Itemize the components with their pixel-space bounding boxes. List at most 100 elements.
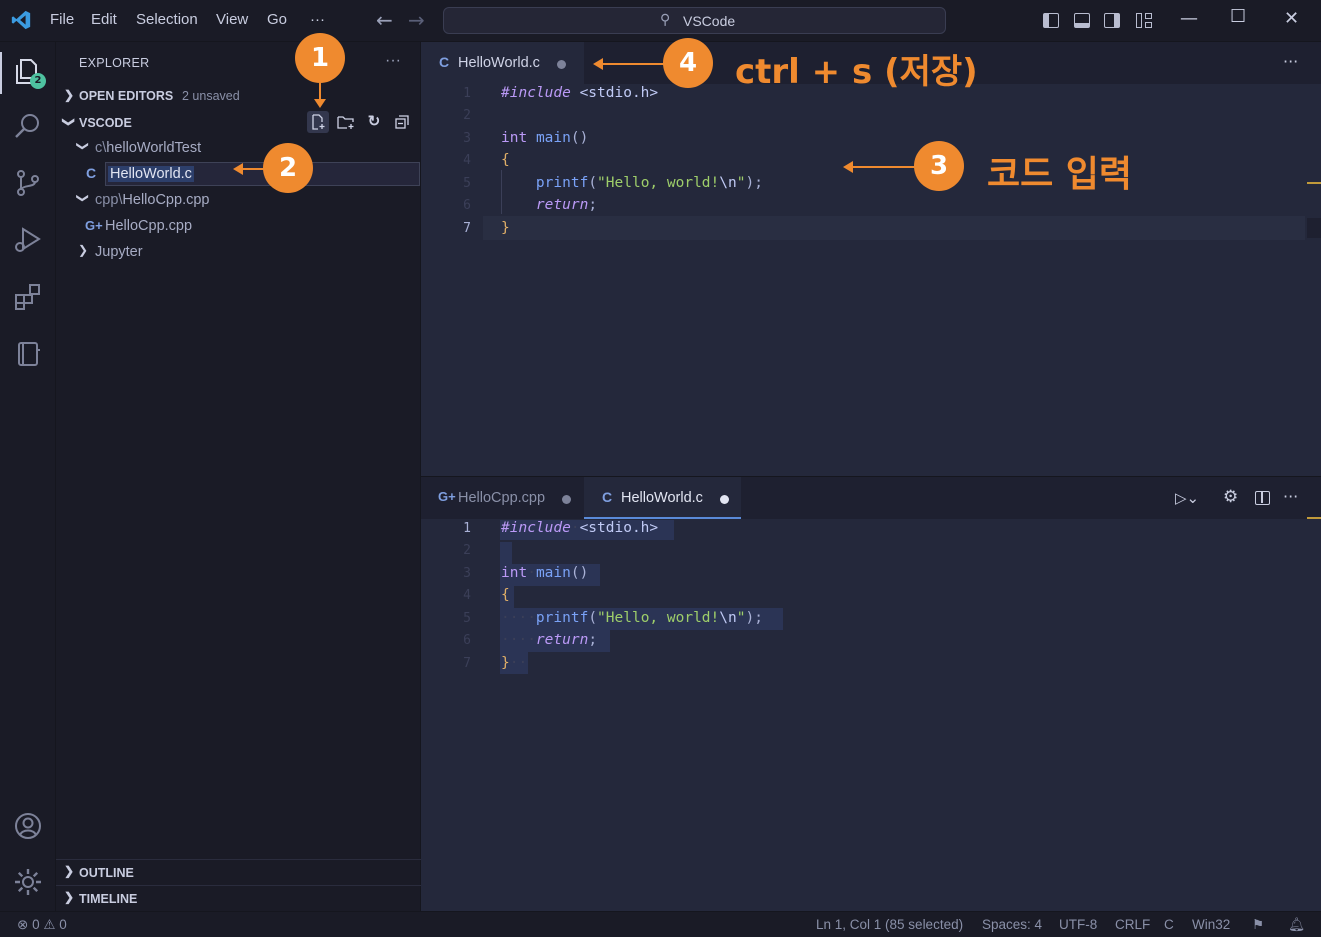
sidebar-more-icon[interactable]: ··· [385,52,401,70]
notifications-bell-icon[interactable]: 🔔︎ [1288,917,1305,933]
scroll-marker [1307,517,1321,519]
unsaved-dot-icon [562,495,571,504]
new-file-icon[interactable] [307,111,329,133]
code-line-1[interactable]: 1 #include·<stdio.h> [421,519,1321,541]
line-number: 7 [463,221,471,236]
toggle-secondary-sidebar-icon[interactable] [1104,13,1120,28]
code-line-6[interactable]: 6 ····return; [421,631,1321,653]
token: return [535,632,589,648]
tab-label: HelloWorld.c [458,55,540,71]
code-line-4[interactable]: 4 { [421,586,1321,608]
menu-file[interactable]: File [50,11,74,28]
close-icon[interactable]: ✕ [1284,8,1299,29]
open-editors-section[interactable]: ❯ OPEN EDITORS 2 unsaved [56,85,421,109]
back-arrow-icon[interactable]: ← [376,8,393,32]
file-hellocpp[interactable]: G+ HelloCpp.cpp [56,215,421,239]
folder-prefix: cpp [95,192,119,208]
code-line-4[interactable]: 4 { [421,151,1321,173]
extensions-icon[interactable] [12,281,44,313]
token: #include [501,520,571,536]
settings-gear-icon[interactable]: ⚙ [1223,487,1238,507]
menu-more[interactable]: ··· [310,11,325,28]
toggle-primary-sidebar-icon[interactable] [1043,13,1059,28]
line-number: 2 [463,108,471,123]
line-number: 7 [463,656,471,671]
code-line-6[interactable]: 6 return; [421,196,1321,218]
toggle-panel-icon[interactable] [1074,13,1090,28]
collapse-all-icon[interactable] [391,111,413,133]
customize-layout-icon[interactable] [1136,13,1152,28]
token: () [570,565,589,581]
feedback-icon[interactable]: ⚑ [1252,917,1264,933]
encoding[interactable]: UTF-8 [1059,917,1097,932]
line-ending[interactable]: CRLF [1115,917,1150,932]
refresh-icon[interactable]: ↻ [363,111,385,133]
token: main [535,565,571,581]
code-line-5[interactable]: 5 printf("Hello, world!\n"); [421,174,1321,196]
token: ; [588,197,598,213]
code-line-7[interactable]: 7 }·· [421,654,1321,676]
c-file-icon: C [86,165,97,181]
open-editors-label: OPEN EDITORS [79,89,174,103]
arrowhead-left-icon [843,161,853,173]
line-number: 4 [463,153,471,168]
token: ); [745,610,763,626]
code-line-3[interactable]: 3 int main() [421,129,1321,151]
token: printf [535,175,589,191]
workspace-section[interactable]: ❯ VSCODE ↻ [56,111,421,136]
menu-view[interactable]: View [216,11,248,28]
tab-hellocpp[interactable]: G+ HelloCpp.cpp [421,477,583,519]
menu-edit[interactable]: Edit [91,11,117,28]
tab-helloworld-c[interactable]: C HelloWorld.c [584,477,741,519]
problems-indicator[interactable]: ⊗ 0 ⚠ 0 [17,917,67,933]
source-control-icon[interactable] [12,167,44,199]
maximize-icon[interactable]: ☐ [1230,6,1246,27]
language-mode[interactable]: C [1164,917,1174,932]
token: <stdio.h> [579,85,659,101]
annotation-arrow [602,63,664,65]
account-icon[interactable] [12,810,44,842]
token: "Hello, world! [597,175,720,191]
command-center[interactable]: ⚲ VSCode [443,7,946,34]
code-line-5[interactable]: 5 ····printf("Hello, world!\n"); [421,609,1321,631]
line-number: 4 [463,588,471,603]
code-line-7[interactable]: 7 } [421,219,1321,241]
editor-actions-more-icon[interactable]: ··· [1283,487,1298,506]
run-debug-icon[interactable]: ▷⌄ [1175,489,1199,507]
indentation[interactable]: Spaces: 4 [982,917,1042,932]
token: } [501,655,510,671]
search-icon[interactable] [12,110,44,142]
folder-helloworldtest[interactable]: ❯ c\helloWorldTest [56,137,421,161]
new-folder-icon[interactable] [335,111,357,133]
code-line-3[interactable]: 3 int·main() [421,564,1321,586]
explorer-badge: 2 [30,73,46,89]
title-bar: File Edit Selection View Go ··· ← → ⚲ VS… [0,0,1321,42]
notebook-icon[interactable] [12,338,44,370]
run-debug-icon[interactable] [12,224,44,256]
timeline-section[interactable]: ❯ TIMELINE [56,885,421,911]
c-file-icon: C [439,54,450,70]
menu-selection[interactable]: Selection [136,11,198,28]
code-line-2[interactable]: 2 [421,106,1321,128]
annotation-step-2: 2 [263,143,313,193]
forward-arrow-icon[interactable]: → [408,8,425,32]
error-count: 0 [32,917,40,932]
editor-actions-more-icon[interactable]: ··· [1283,52,1298,71]
scrollbar-slider[interactable] [1307,218,1321,238]
arrowhead-left-icon [593,58,603,70]
line-number: 2 [463,543,471,558]
platform[interactable]: Win32 [1192,917,1230,932]
code-line-2[interactable]: 2 [421,541,1321,563]
tab-helloworld-c[interactable]: C HelloWorld.c [421,42,584,84]
folder-hellocpp[interactable]: ❯ cpp\HelloCpp.cpp [56,189,421,213]
token: \n [719,610,737,626]
outline-section[interactable]: ❯ OUTLINE [56,859,421,885]
cursor-position[interactable]: Ln 1, Col 1 (85 selected) [816,917,963,932]
split-editor-icon[interactable] [1255,491,1270,505]
line-number: 1 [463,86,471,101]
settings-gear-icon[interactable] [12,866,44,898]
menu-go[interactable]: Go [267,11,287,28]
unsaved-dot-icon [557,60,566,69]
folder-jupyter[interactable]: ❯ Jupyter [56,241,421,265]
minimize-icon[interactable]: — [1180,8,1198,29]
